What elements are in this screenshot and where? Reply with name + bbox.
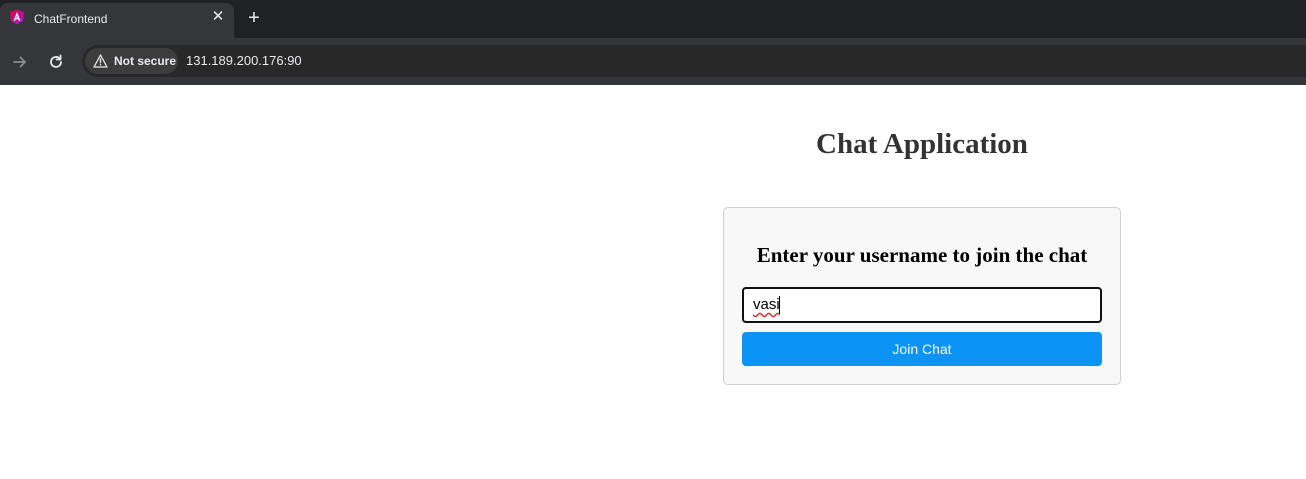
close-icon[interactable]: ✕ [210,9,226,25]
angular-logo-icon [10,9,24,25]
browser-tab-strip: ChatFrontend ✕ + [0,0,1306,38]
browser-tab[interactable]: ChatFrontend ✕ [0,3,234,38]
new-tab-button[interactable]: + [244,8,264,28]
arrow-right-icon[interactable] [9,51,31,73]
join-card: Enter your username to join the chat vas… [723,207,1121,385]
page-title: Chat Application [816,128,1028,160]
reload-icon[interactable] [45,51,67,73]
security-indicator[interactable]: Not secure [85,48,178,74]
browser-toolbar: Not secure 131.189.200.176:90 [0,38,1306,85]
page-content: Chat Application Enter your username to … [0,85,1306,479]
warning-icon [93,54,108,68]
tab-title: ChatFrontend [34,12,108,26]
url-text[interactable]: 131.189.200.176:90 [186,53,302,68]
text-caret [779,296,780,314]
join-chat-button[interactable]: Join Chat [742,332,1102,366]
security-label: Not secure [114,54,177,68]
username-value: vasi [753,296,780,313]
address-bar[interactable]: Not secure 131.189.200.176:90 [82,45,1306,77]
username-input[interactable]: vasi [742,287,1102,323]
card-heading: Enter your username to join the chat [756,243,1088,267]
